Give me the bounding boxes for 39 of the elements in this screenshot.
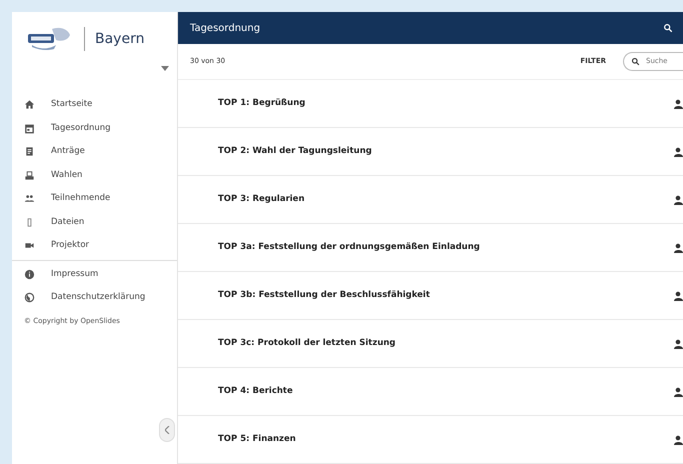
- page-title: Tagesordnung: [190, 22, 260, 36]
- agenda-row[interactable]: TOP 3c: Protokoll der letzten Sitzung: [178, 320, 683, 368]
- nav-item[interactable]: Tagesordnung: [12, 116, 177, 140]
- person-icon[interactable]: [674, 434, 683, 444]
- agenda-row[interactable]: TOP 1: Begrüßung: [178, 80, 683, 128]
- nav-item[interactable]: Impressum: [12, 262, 177, 286]
- nav-item[interactable]: Projektor: [12, 234, 177, 258]
- person-icon[interactable]: [674, 290, 683, 300]
- nav-item[interactable]: Wahlen: [12, 164, 177, 187]
- nav-item[interactable]: Teilnehmende: [12, 187, 177, 210]
- person-icon[interactable]: [674, 338, 683, 348]
- collapse-button[interactable]: [159, 418, 175, 442]
- agenda-row[interactable]: TOP 5: Finanzen: [178, 416, 683, 464]
- people-icon: [24, 193, 35, 204]
- person-icon[interactable]: [674, 146, 683, 156]
- person-icon[interactable]: [674, 98, 683, 108]
- nav-item[interactable]: Anträge: [12, 140, 177, 164]
- agenda-row[interactable]: TOP 3a: Feststellung der ordnungsgemäßen Einladung: [178, 224, 683, 272]
- ballot-box-icon: [24, 170, 35, 181]
- globe-icon: [24, 292, 35, 304]
- nav-item[interactable]: Startseite: [12, 93, 177, 116]
- brand-name: Bayern: [95, 30, 144, 48]
- person-icon[interactable]: [674, 242, 683, 252]
- agenda-row[interactable]: TOP 3: Regularien: [178, 176, 683, 224]
- nav-item[interactable]: Datenschutzerklärung: [12, 286, 177, 310]
- calendar-icon: [24, 122, 35, 134]
- agenda-row[interactable]: TOP 4: Berichte: [178, 368, 683, 416]
- search-icon: [631, 57, 640, 66]
- chevron-left-icon: [164, 426, 170, 434]
- caret-icon[interactable]: [161, 66, 169, 71]
- agenda-row[interactable]: TOP 2: Wahl der Tagungsleitung: [178, 128, 683, 176]
- nav-item[interactable]: Dateien: [12, 210, 177, 234]
- search-icon[interactable]: [663, 23, 673, 34]
- info-icon: [24, 268, 35, 280]
- person-icon[interactable]: [674, 386, 683, 396]
- home-icon: [24, 99, 35, 110]
- document-icon: [24, 146, 35, 158]
- agenda-row[interactable]: TOP 3b: Feststellung der Beschlussfähigkeit: [178, 272, 683, 320]
- person-icon[interactable]: [674, 194, 683, 204]
